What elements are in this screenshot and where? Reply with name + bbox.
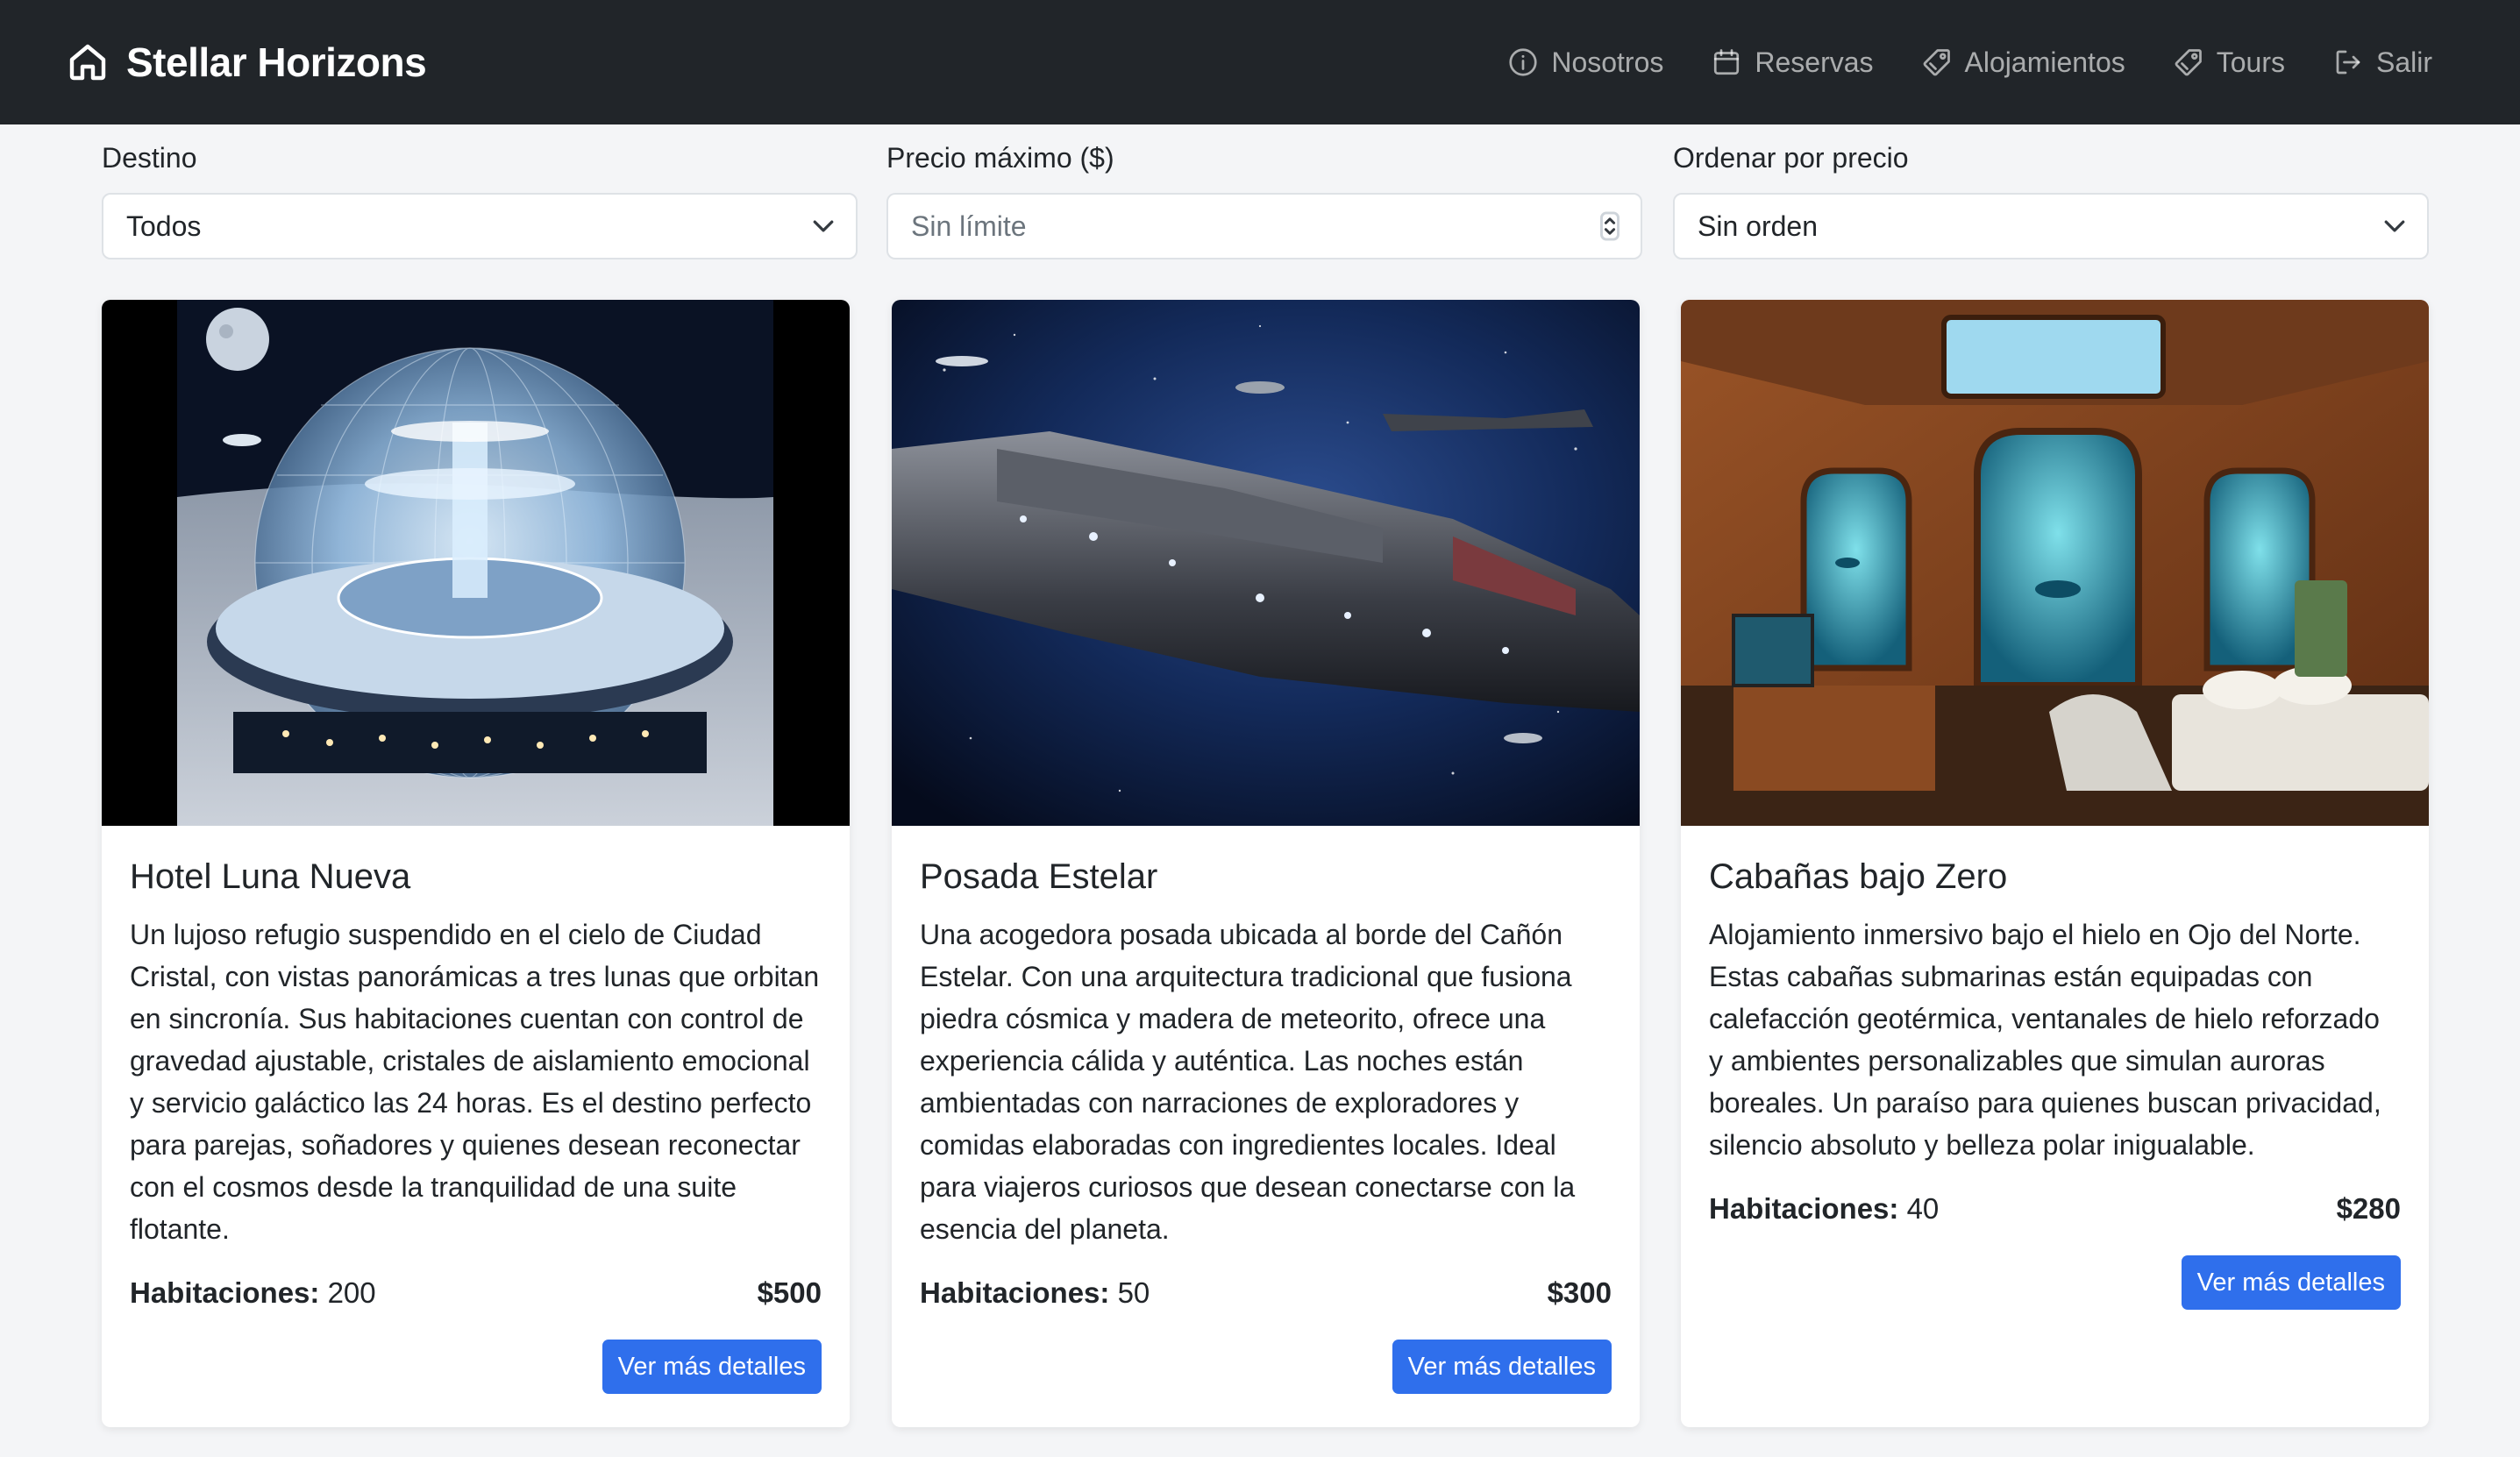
tag-icon <box>2173 46 2204 78</box>
nav-label: Tours <box>2216 46 2285 78</box>
nav-menu: Nosotros Reservas Alojamientos Tours Sal… <box>1507 46 2432 79</box>
card-title: Posada Estelar <box>920 857 1158 896</box>
max-price-label: Precio máximo ($) <box>886 142 1114 174</box>
card-title: Hotel Luna Nueva <box>130 857 411 896</box>
price: $300 <box>1547 1276 1612 1309</box>
nav-item-alojamientos[interactable]: Alojamientos <box>1921 46 2125 79</box>
rooms-info: Habitaciones: 40 <box>1709 1192 1939 1226</box>
order-filter: Ordenar por precio Sin orden <box>1673 139 2429 259</box>
number-stepper-icon[interactable] <box>1600 211 1619 241</box>
order-select[interactable]: Sin orden <box>1673 193 2429 259</box>
nav-label: Nosotros <box>1551 46 1664 78</box>
order-label: Ordenar por precio <box>1673 142 1909 174</box>
chevron-down-icon <box>812 215 835 238</box>
view-details-button[interactable]: Ver más detalles <box>602 1340 822 1394</box>
nav-label: Salir <box>2375 46 2432 78</box>
price: $500 <box>757 1276 822 1309</box>
card-meta: Habitaciones: 40 $280 <box>1709 1192 2401 1226</box>
info-circle-icon <box>1507 46 1539 78</box>
brand-link[interactable]: Stellar Horizons <box>67 39 427 86</box>
view-details-button[interactable]: Ver más detalles <box>1392 1340 1612 1394</box>
accommodation-card: Hotel Luna Nueva Un lujoso refugio suspe… <box>102 300 850 1427</box>
rooms-info: Habitaciones: 50 <box>920 1276 1150 1310</box>
max-price-placeholder: Sin límite <box>911 210 1027 242</box>
rooms-label: Habitaciones: <box>130 1276 320 1309</box>
rooms-count: 200 <box>327 1276 376 1309</box>
nav-item-salir[interactable]: Salir <box>2332 46 2432 79</box>
card-description: Una acogedora posada ubicada al borde de… <box>920 919 1576 1245</box>
logout-icon <box>2332 46 2364 78</box>
card-description: Un lujoso refugio suspendido en el cielo… <box>130 919 820 1245</box>
card-image-underwater-cabin <box>1681 300 2429 826</box>
filters-bar: Destino Todos Precio máximo ($) Sin lími… <box>102 139 2429 261</box>
order-value: Sin orden <box>1698 210 1818 242</box>
destination-select[interactable]: Todos <box>102 193 858 259</box>
card-description: Alojamiento inmersivo bajo el hielo en O… <box>1709 919 2381 1161</box>
nav-item-tours[interactable]: Tours <box>2173 46 2285 79</box>
nav-item-reservas[interactable]: Reservas <box>1711 46 1874 79</box>
accommodation-card: Posada Estelar Una acogedora posada ubic… <box>892 300 1640 1427</box>
nav-label: Reservas <box>1755 46 1874 78</box>
card-meta: Habitaciones: 50 $300 <box>920 1276 1612 1310</box>
top-navbar: Stellar Horizons Nosotros Reservas Aloja… <box>0 0 2520 124</box>
calendar-icon <box>1711 46 1742 78</box>
brand-name: Stellar Horizons <box>126 39 427 85</box>
rooms-label: Habitaciones: <box>920 1276 1110 1309</box>
destination-value: Todos <box>126 210 202 242</box>
destination-filter: Destino Todos <box>102 139 858 259</box>
max-price-filter: Precio máximo ($) Sin límite <box>886 139 1642 259</box>
card-image-spaceship <box>892 300 1640 826</box>
price: $280 <box>2336 1192 2401 1225</box>
rooms-count: 50 <box>1117 1276 1150 1309</box>
card-title: Cabañas bajo Zero <box>1709 857 2008 896</box>
nav-item-nosotros[interactable]: Nosotros <box>1507 46 1663 79</box>
rooms-count: 40 <box>1906 1192 1940 1225</box>
card-image-moon-dome <box>102 300 850 826</box>
chevron-down-icon <box>2383 215 2406 238</box>
rooms-info: Habitaciones: 200 <box>130 1276 376 1310</box>
nav-label: Alojamientos <box>1964 46 2125 78</box>
destination-label: Destino <box>102 142 197 174</box>
card-meta: Habitaciones: 200 $500 <box>130 1276 822 1310</box>
max-price-input[interactable]: Sin límite <box>886 193 1642 259</box>
accommodation-cards: Hotel Luna Nueva Un lujoso refugio suspe… <box>102 300 2429 1427</box>
rooms-label: Habitaciones: <box>1709 1192 1899 1225</box>
home-icon <box>67 41 109 83</box>
view-details-button[interactable]: Ver más detalles <box>2181 1255 2401 1310</box>
tag-icon <box>1921 46 1953 78</box>
accommodation-card: Cabañas bajo Zero Alojamiento inmersivo … <box>1681 300 2429 1427</box>
